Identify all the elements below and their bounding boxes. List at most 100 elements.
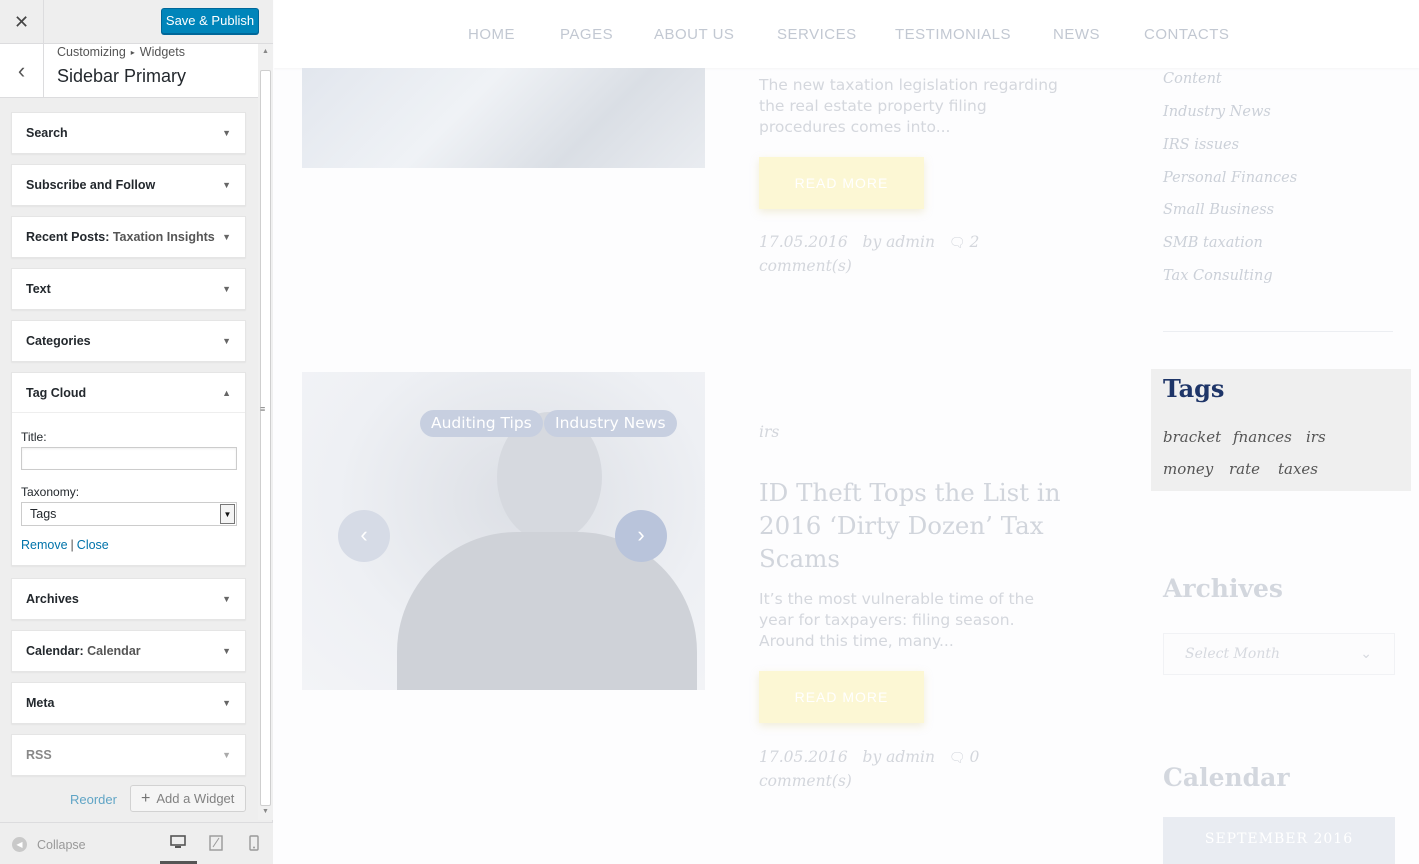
expand-arrow-icon[interactable]: ▼ — [222, 750, 231, 760]
collapse-arrow-icon[interactable]: ▲ — [222, 388, 231, 398]
link-separator: | — [70, 538, 74, 552]
widget-subscribe-follow[interactable]: Subscribe and Follow ▼ — [11, 164, 246, 206]
widget-recent-posts[interactable]: Recent Posts: Taxation Insights ▼ — [11, 216, 246, 258]
image-tag-auditing-tips[interactable]: Auditing Tips — [420, 410, 543, 437]
nav-testimonials[interactable]: TESTIMONIALS — [895, 26, 1011, 43]
expand-arrow-icon[interactable]: ▼ — [222, 180, 231, 190]
post2-read-more-button[interactable]: READ MORE — [759, 671, 924, 723]
widget-subtitle: Taxation Insights — [112, 230, 215, 244]
widget-title: Meta — [26, 696, 55, 710]
nav-services[interactable]: SERVICES — [777, 26, 857, 43]
widget-title: Calendar: — [26, 644, 84, 658]
post1-date[interactable]: 17.05.2016 — [759, 233, 848, 251]
dropdown-arrow-icon[interactable]: ▼ — [220, 504, 235, 524]
main-navigation: HOME PAGES ABOUT US SERVICES TESTIMONIAL… — [274, 0, 1419, 68]
back-arrow-icon[interactable]: ‹ — [0, 44, 44, 98]
post2-date[interactable]: 17.05.2016 — [759, 748, 848, 766]
category-link[interactable]: Content — [1163, 71, 1222, 87]
remove-link[interactable]: Remove — [21, 538, 68, 552]
scrollbar-grip-icon: ≡ — [260, 404, 266, 414]
archives-month-select[interactable]: Select Month ⌄ — [1163, 633, 1395, 675]
post1-author[interactable]: by admin — [863, 233, 935, 251]
post2-comment-count[interactable]: 0 — [969, 748, 979, 766]
reorder-link[interactable]: Reorder — [70, 792, 117, 807]
taxonomy-select[interactable]: Tags ▼ — [21, 502, 237, 526]
tag-link[interactable]: bracket — [1163, 428, 1221, 446]
widget-rss[interactable]: RSS ▼ — [11, 734, 246, 776]
post2-comments-label[interactable]: comment(s) — [759, 772, 852, 790]
tablet-preview-icon[interactable] — [208, 835, 224, 851]
widget-meta[interactable]: Meta ▼ — [11, 682, 246, 724]
title-label: Title: — [21, 430, 47, 444]
post1-comment-count[interactable]: 2 — [969, 233, 979, 251]
calendar-month-header: SEPTEMBER 2016 — [1163, 817, 1395, 864]
image-tag-industry-news[interactable]: Industry News — [544, 410, 677, 437]
expand-arrow-icon[interactable]: ▼ — [222, 232, 231, 242]
category-link[interactable]: SMB taxation — [1163, 235, 1263, 251]
close-link[interactable]: Close — [77, 538, 109, 552]
post2-category[interactable]: irs — [759, 421, 999, 444]
expand-arrow-icon[interactable]: ▼ — [222, 336, 231, 346]
widget-search[interactable]: Search ▼ — [11, 112, 246, 154]
comment-icon: 🗨 — [948, 236, 966, 251]
archives-widget-title: Archives — [1163, 574, 1283, 603]
widget-title: Search — [26, 126, 68, 140]
expand-arrow-icon[interactable]: ▼ — [222, 284, 231, 294]
collapse-button[interactable]: ◀ Collapse — [12, 837, 86, 852]
scroll-down-arrow-icon[interactable]: ▼ — [258, 804, 273, 820]
category-link[interactable]: Industry News — [1163, 104, 1271, 120]
tag-link[interactable]: money — [1163, 460, 1213, 478]
post1-image[interactable] — [302, 68, 705, 168]
comment-icon: 🗨 — [948, 751, 966, 766]
post2-author[interactable]: by admin — [863, 748, 935, 766]
tag-link[interactable]: rate — [1229, 460, 1260, 478]
post1-comments-label[interactable]: comment(s) — [759, 257, 852, 275]
tag-link[interactable]: taxes — [1278, 460, 1318, 478]
widget-calendar[interactable]: Calendar: Calendar ▼ — [11, 630, 246, 672]
widget-text[interactable]: Text ▼ — [11, 268, 246, 310]
post1-read-more-button[interactable]: READ MORE — [759, 157, 924, 209]
scroll-up-arrow-icon[interactable]: ▲ — [258, 44, 273, 60]
mobile-preview-icon[interactable] — [246, 835, 262, 851]
widget-title: Archives — [26, 592, 79, 606]
nav-contacts[interactable]: CONTACTS — [1144, 26, 1229, 43]
close-icon[interactable]: ✕ — [0, 0, 44, 44]
expand-arrow-icon[interactable]: ▼ — [222, 128, 231, 138]
tag-cloud-form: Title: Taxonomy: Tags ▼ Remove | Close — [12, 413, 245, 552]
category-link[interactable]: Tax Consulting — [1163, 268, 1273, 284]
plus-icon: + — [141, 790, 151, 807]
sidebar-scrollbar[interactable]: ▲ ≡ ▼ — [258, 44, 273, 820]
collapse-label: Collapse — [37, 837, 86, 852]
collapse-arrow-icon: ◀ — [12, 837, 27, 852]
widget-tag-cloud[interactable]: Tag Cloud ▲ Title: Taxonomy: Tags ▼ Remov… — [11, 372, 246, 566]
select-month-placeholder: Select Month — [1185, 646, 1280, 662]
tag-link[interactable]: fnances — [1233, 428, 1292, 446]
save-publish-button[interactable]: Save & Publish — [161, 8, 259, 34]
tag-link[interactable]: irs — [1306, 428, 1326, 446]
slider-next-icon[interactable]: › — [615, 510, 667, 562]
category-link[interactable]: IRS issues — [1163, 137, 1239, 153]
widget-categories[interactable]: Categories ▼ — [11, 320, 246, 362]
scrollbar-thumb[interactable] — [260, 70, 271, 806]
nav-news[interactable]: NEWS — [1053, 26, 1100, 43]
nav-pages[interactable]: PAGES — [560, 26, 613, 43]
widget-title: Subscribe and Follow — [26, 178, 156, 192]
widget-title: RSS — [26, 748, 52, 762]
title-input[interactable] — [21, 447, 237, 470]
widget-archives[interactable]: Archives ▼ — [11, 578, 246, 620]
category-link[interactable]: Personal Finances — [1163, 170, 1297, 186]
widget-title: Recent Posts: — [26, 230, 110, 244]
expand-arrow-icon[interactable]: ▼ — [222, 594, 231, 604]
nav-home[interactable]: HOME — [468, 26, 515, 43]
add-widget-button[interactable]: + Add a Widget — [130, 785, 246, 812]
desktop-preview-icon[interactable] — [170, 835, 186, 851]
slider-prev-icon[interactable]: ‹ — [338, 510, 390, 562]
expand-arrow-icon[interactable]: ▼ — [222, 698, 231, 708]
post1-meta: 17.05.2016 by admin 🗨 2 comment(s) — [759, 231, 999, 278]
nav-about-us[interactable]: ABOUT US — [654, 26, 734, 43]
category-link[interactable]: Small Business — [1163, 202, 1274, 218]
post2-title[interactable]: ID Theft Tops the List in 2016 ‘Dirty Do… — [759, 476, 1069, 575]
expand-arrow-icon[interactable]: ▼ — [222, 646, 231, 656]
sidebar-divider — [1163, 331, 1393, 332]
widget-actions: Reorder + Add a Widget — [0, 782, 258, 816]
